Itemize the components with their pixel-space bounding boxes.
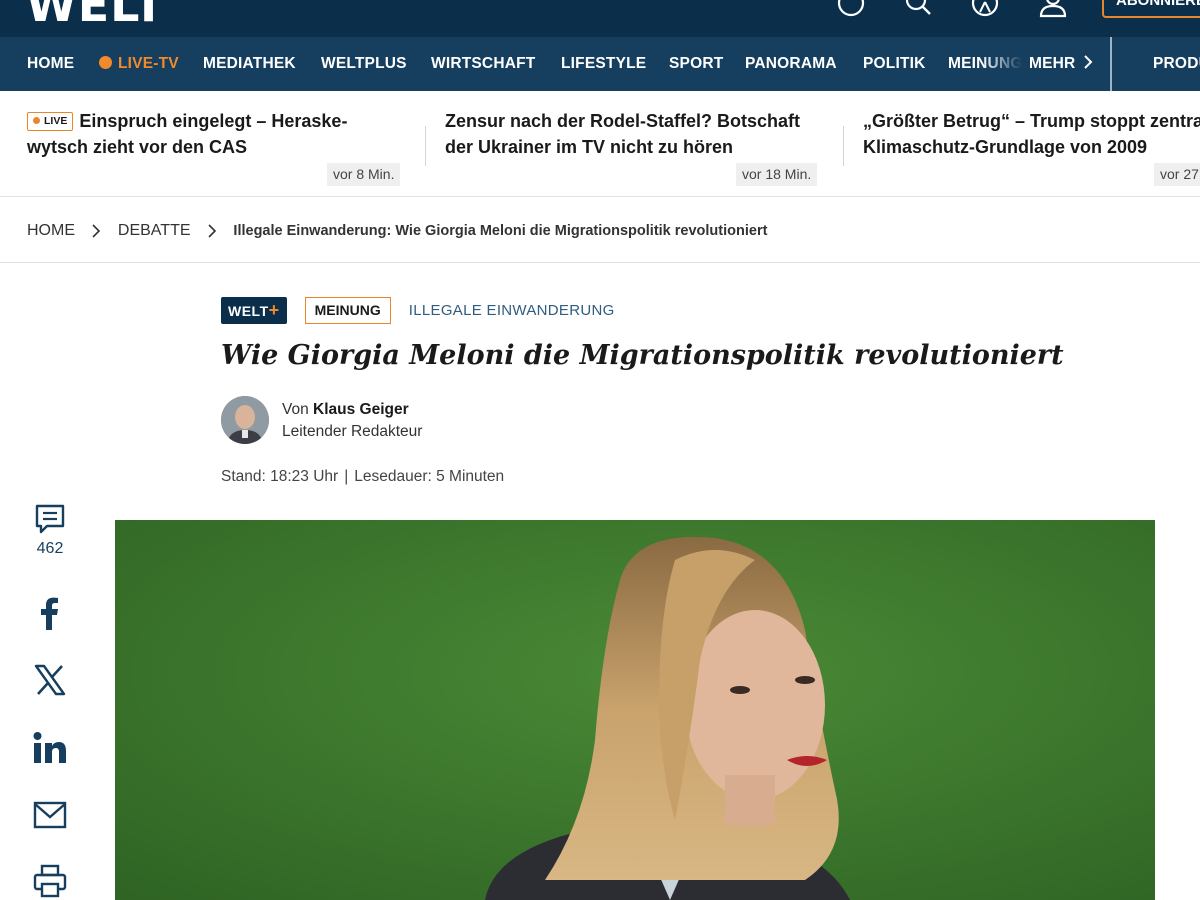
print-icon: [33, 864, 67, 898]
news-ticker: LIVE Einspruch eingelegt – Heraske-wytsch…: [0, 91, 1200, 197]
nav-item-live-tv-label: LIVE-TV: [118, 55, 179, 72]
main-nav: HOME LIVE-TV MEDIATHEK WELTPLUS WIRTSCHA…: [0, 37, 1200, 91]
comment-count: 462: [36, 540, 64, 557]
ticker-time: vor 8 Min.: [327, 163, 401, 186]
nav-item-panorama[interactable]: PANORAMA: [745, 37, 837, 91]
opinion-badge: MEINUNG: [304, 297, 391, 324]
nav-item-wirtschaft[interactable]: WIRTSCHAFT: [431, 37, 535, 91]
comments-button[interactable]: 462: [26, 502, 74, 560]
live-dot-icon: [99, 56, 112, 69]
linkedin-icon: [33, 732, 66, 763]
author-byline: Von Klaus Geiger: [282, 399, 409, 421]
share-facebook[interactable]: [26, 596, 74, 630]
nav-item-weltplus[interactable]: WELTPLUS: [321, 37, 407, 91]
chevron-right-icon: [92, 224, 101, 238]
ticker-divider: [843, 126, 844, 166]
comment-icon: [35, 504, 65, 534]
author-avatar[interactable]: [221, 396, 269, 444]
history-icon[interactable]: [836, 0, 866, 18]
live-badge-label: LIVE: [44, 115, 68, 127]
print-button[interactable]: [26, 864, 74, 900]
chevron-right-icon: [1084, 55, 1093, 69]
hero-photo: [115, 520, 1155, 900]
nav-item-live-tv[interactable]: LIVE-TV: [99, 37, 179, 91]
nav-item-produkte[interactable]: PRODUKTE: [1153, 37, 1200, 91]
accessibility-icon[interactable]: [970, 0, 1000, 18]
ticker-divider: [425, 126, 426, 166]
live-badge-dot-icon: [33, 117, 40, 124]
breadcrumb: HOME DEBATTE Illegale Einwanderung: Wie …: [27, 220, 767, 242]
share-mail[interactable]: [26, 800, 74, 830]
weltplus-badge-brand: WELT: [228, 303, 269, 319]
subscribe-button[interactable]: ABONNIEREN: [1102, 0, 1200, 18]
search-icon[interactable]: [903, 0, 933, 18]
welt-logo[interactable]: WELT: [26, 0, 165, 32]
nav-item-lifestyle[interactable]: LIFESTYLE: [561, 37, 646, 91]
share-linkedin[interactable]: [26, 731, 74, 765]
nav-item-mehr-label: MEHR: [1029, 55, 1076, 72]
share-x[interactable]: [26, 663, 74, 697]
ticker-headline: Zensur nach der Rodel-Staffel? Botschaft…: [445, 111, 801, 157]
nav-item-home[interactable]: HOME: [27, 37, 74, 91]
ticker-headline: Einspruch eingelegt – Heraske-wytsch zie…: [27, 111, 348, 157]
topic-link[interactable]: ILLEGALE EINWANDERUNG: [409, 297, 615, 324]
chevron-right-icon: [208, 224, 217, 238]
ticker-item-3[interactable]: „Größter Betrug“ – Trump stoppt zentrale…: [863, 108, 1200, 160]
article-meta: Stand: 18:23 Uhr | Lesedauer: 5 Minuten: [221, 468, 505, 485]
mail-icon: [33, 801, 67, 829]
nav-item-mehr[interactable]: MEHR: [1029, 37, 1093, 91]
ticker-headline: „Größter Betrug“ – Trump stoppt zentrale…: [863, 111, 1200, 157]
nav-separator: [1110, 37, 1112, 91]
author-role: Leitender Redakteur: [282, 423, 423, 440]
author-prefix: Von: [282, 401, 309, 418]
breadcrumb-home[interactable]: HOME: [27, 222, 75, 239]
ticker-item-2[interactable]: Zensur nach der Rodel-Staffel? Botschaft…: [445, 108, 825, 160]
breadcrumb-current: Illegale Einwanderung: Wie Giorgia Melon…: [233, 223, 768, 239]
article-read-time: Lesedauer: 5 Minuten: [354, 468, 505, 485]
nav-item-sport[interactable]: SPORT: [669, 37, 723, 91]
ticker-item-1[interactable]: LIVE Einspruch eingelegt – Heraske-wytsch…: [27, 108, 407, 160]
author-name[interactable]: Klaus Geiger: [313, 401, 409, 418]
ticker-time: vor 27 Min.: [1154, 163, 1200, 186]
nav-fade: [982, 37, 1022, 91]
article-headline: Wie Giorgia Meloni die Migrationspolitik…: [221, 340, 1064, 371]
article-tags: WELT+ MEINUNG ILLEGALE EINWANDERUNG: [221, 297, 615, 324]
top-header: WELT ABONNIEREN: [0, 0, 1200, 37]
facebook-icon: [41, 597, 58, 630]
nav-item-politik[interactable]: POLITIK: [863, 37, 926, 91]
nav-item-mediathek[interactable]: MEDIATHEK: [203, 37, 296, 91]
ticker-time: vor 18 Min.: [736, 163, 818, 186]
article-timestamp: Stand: 18:23 Uhr: [221, 468, 339, 485]
weltplus-badge: WELT+: [221, 297, 287, 324]
user-icon[interactable]: [1038, 0, 1068, 18]
x-icon: [34, 664, 66, 696]
author-portrait: [221, 396, 269, 444]
live-badge: LIVE: [27, 112, 74, 131]
breadcrumb-section[interactable]: DEBATTE: [118, 222, 191, 239]
breadcrumb-divider: [0, 262, 1200, 263]
hero-image[interactable]: [115, 520, 1155, 900]
weltplus-badge-plus: +: [268, 300, 280, 320]
